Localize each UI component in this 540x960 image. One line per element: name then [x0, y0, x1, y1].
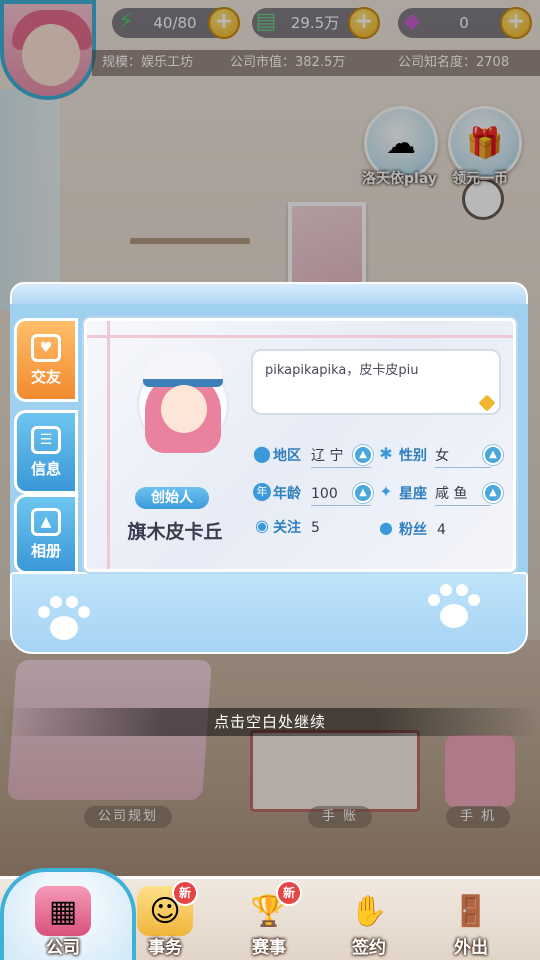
modal-footer — [10, 572, 528, 654]
gender-icon: ✱ — [379, 444, 393, 463]
region-row: ⬤ 地区 辽 宁 ▲ — [253, 444, 383, 468]
nav-match[interactable]: 🏆 新 赛事 — [226, 880, 312, 960]
user-icon: ● — [379, 518, 393, 537]
nav-outing-label: 外出 — [454, 938, 488, 958]
location-pin-icon: ⬤ — [253, 444, 271, 463]
nav-company-label: 公司 — [46, 938, 80, 958]
calendar-icon: 年 — [253, 483, 271, 501]
zodiac-dropdown-button[interactable]: ▲ — [483, 483, 503, 503]
player-name: 旗木皮卡丘 — [127, 521, 223, 543]
star-icon: ✦ — [379, 482, 393, 501]
nav-match-label: 赛事 — [252, 938, 286, 958]
nav-affairs-label: 事务 — [148, 938, 182, 958]
age-dropdown-button[interactable]: ▲ — [353, 483, 373, 503]
age-row: 年 年龄 100 ▲ — [253, 483, 383, 506]
age-label: 年龄 — [273, 486, 301, 502]
tab-album-label: 相册 — [30, 541, 61, 560]
new-badge: 新 — [172, 880, 198, 906]
bio-text: pikapikapika，皮卡皮piu — [265, 363, 419, 378]
gender-label: 性别 — [399, 448, 427, 464]
paw-icon — [36, 594, 90, 648]
eye-icon: ◉ — [255, 516, 269, 535]
gender-dropdown-button[interactable]: ▲ — [483, 445, 503, 465]
fans-label: 粉丝 — [399, 522, 427, 538]
continue-hint: 点击空白处继续 — [0, 708, 540, 736]
fans-count: 4 — [437, 522, 446, 538]
profile-modal: ♥ 交友 ☰ 信息 ▲ 相册 创始人 旗木皮卡丘 pikapikapika，皮卡… — [10, 282, 528, 654]
follow-label: 关注 — [273, 520, 301, 536]
region-label: 地区 — [273, 448, 301, 464]
tab-friend[interactable]: ♥ 交友 — [14, 318, 78, 402]
zodiac-row: ✦ 星座 咸 鱼 ▲ — [377, 482, 507, 506]
follow-row[interactable]: ◉ 关注 5 — [253, 517, 373, 539]
gender-row: ✱ 性别 女 ▲ — [377, 444, 507, 468]
document-icon: ☰ — [31, 425, 61, 454]
profile-card: 创始人 旗木皮卡丘 pikapikapika，皮卡皮piu ⬤ 地区 辽 宁 ▲… — [84, 318, 516, 572]
nav-company[interactable]: ▦ 公司 — [20, 880, 106, 960]
handshake-icon: ✋ — [350, 893, 388, 929]
edit-pen-icon[interactable] — [478, 394, 496, 412]
paw-icon — [426, 582, 480, 636]
zodiac-label: 星座 — [399, 486, 427, 502]
new-badge: 新 — [276, 880, 302, 906]
image-icon: ▲ — [31, 507, 61, 536]
nav-contract[interactable]: ✋ 签约 — [326, 880, 412, 960]
nav-outing[interactable]: 🚪 外出 — [428, 880, 514, 960]
region-dropdown-button[interactable]: ▲ — [353, 445, 373, 465]
tab-info-label: 信息 — [30, 459, 61, 478]
building-icon: ▦ — [35, 886, 91, 936]
door-icon: 🚪 — [452, 893, 490, 929]
profile-portrait[interactable] — [137, 345, 229, 455]
nav-affairs[interactable]: ☺ 新 事务 — [122, 880, 208, 960]
nav-contract-label: 签约 — [352, 938, 386, 958]
role-badge: 创始人 — [135, 487, 209, 509]
heart-icon: ♥ — [31, 333, 61, 362]
tab-album[interactable]: ▲ 相册 — [14, 494, 78, 574]
tab-friend-label: 交友 — [30, 367, 61, 386]
tab-info[interactable]: ☰ 信息 — [14, 410, 78, 494]
follow-count: 5 — [311, 520, 320, 536]
fans-row[interactable]: ● 粉丝 4 — [377, 519, 497, 541]
bio-bubble[interactable]: pikapikapika，皮卡皮piu — [251, 349, 501, 415]
